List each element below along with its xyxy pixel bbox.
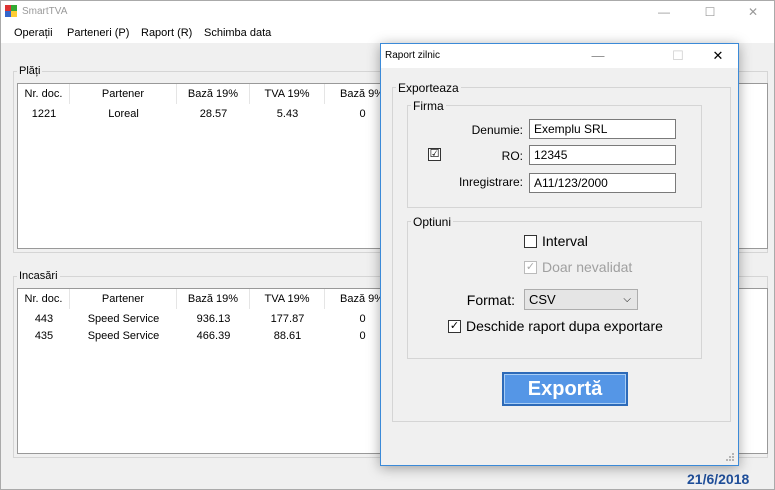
incasari-title: Incasări xyxy=(17,270,60,282)
chevron-down-icon: ⌵ xyxy=(623,294,631,305)
column-header[interactable]: Partener xyxy=(70,289,177,309)
main-titlebar: SmartTVA — ☐ ✕ xyxy=(1,1,774,23)
table-cell: Speed Service xyxy=(87,330,160,342)
format-value: CSV xyxy=(529,292,556,307)
ro-field[interactable]: 12345 xyxy=(529,145,676,165)
column-header[interactable]: Bază 19% xyxy=(177,289,250,309)
menu-raport[interactable]: Raport (R) xyxy=(141,27,192,39)
deschide-checkbox[interactable]: ✓ xyxy=(448,320,461,333)
ro-checkbox[interactable]: ☑ xyxy=(428,148,441,161)
table-cell: 1221 xyxy=(31,108,57,120)
close-icon[interactable]: ✕ xyxy=(698,44,738,68)
interval-label: Interval xyxy=(542,233,588,249)
table-cell: 28.57 xyxy=(199,108,228,120)
current-date: 21/6/2018 xyxy=(687,471,750,487)
menu-schimba-data[interactable]: Schimba data xyxy=(204,27,271,39)
minimize-icon[interactable]: — xyxy=(578,44,618,68)
interval-checkbox[interactable] xyxy=(524,235,537,248)
app-title: SmartTVA xyxy=(22,6,68,17)
column-header[interactable]: Partener xyxy=(70,84,177,104)
table-cell: 177.87 xyxy=(270,313,305,325)
inregistrare-field[interactable]: A11/123/2000 xyxy=(529,173,676,193)
resize-grip-icon[interactable] xyxy=(725,452,735,462)
denumie-label: Denumie: xyxy=(471,123,523,137)
table-cell: Speed Service xyxy=(87,313,160,325)
raport-zilnic-dialog: Raport zilnic — ☐ ✕ Exporteaza Firma Den… xyxy=(380,43,739,466)
menu-operatii[interactable]: Operații xyxy=(14,27,53,39)
dialog-title: Raport zilnic xyxy=(385,50,441,61)
table-cell: 5.43 xyxy=(276,108,299,120)
close-icon[interactable]: ✕ xyxy=(730,1,775,23)
menu-parteneri[interactable]: Parteneri (P) xyxy=(67,27,129,39)
column-header[interactable]: Nr. doc. xyxy=(18,84,70,104)
deschide-label: Deschide raport dupa exportare xyxy=(466,318,663,334)
table-cell: 443 xyxy=(34,313,54,325)
optiuni-title: Optiuni xyxy=(411,215,454,229)
export-button[interactable]: Exportă xyxy=(502,372,628,406)
plati-title: Plăți xyxy=(17,65,43,77)
ro-label: RO: xyxy=(501,149,523,163)
inregistrare-label: Inregistrare: xyxy=(458,175,523,189)
column-header[interactable]: Nr. doc. xyxy=(18,289,70,309)
maximize-icon: ☐ xyxy=(672,48,684,63)
column-header[interactable]: TVA 19% xyxy=(250,84,325,104)
maximize-icon[interactable]: ☐ xyxy=(687,1,733,23)
column-header[interactable]: TVA 19% xyxy=(250,289,325,309)
table-cell: 435 xyxy=(34,330,54,342)
denumie-field[interactable]: Exemplu SRL xyxy=(529,119,676,139)
exporteaza-title: Exporteaza xyxy=(396,81,461,95)
app-icon xyxy=(5,5,17,17)
table-cell: 88.61 xyxy=(273,330,302,342)
table-cell: Loreal xyxy=(108,108,139,120)
menubar: Operații Parteneri (P) Raport (R) Schimb… xyxy=(1,23,774,43)
minimize-icon[interactable]: — xyxy=(641,1,687,23)
table-cell: 936.13 xyxy=(196,313,231,325)
table-cell: 466.39 xyxy=(196,330,231,342)
format-label: Format: xyxy=(466,292,515,308)
column-header[interactable]: Bază 19% xyxy=(177,84,250,104)
dialog-titlebar: Raport zilnic — ☐ ✕ xyxy=(381,44,738,68)
doar-nevalidat-label: Doar nevalidat xyxy=(542,259,633,275)
format-select[interactable]: CSV ⌵ xyxy=(524,289,638,310)
doar-nevalidat-checkbox: ✓ xyxy=(524,261,537,274)
firma-title: Firma xyxy=(411,99,446,113)
